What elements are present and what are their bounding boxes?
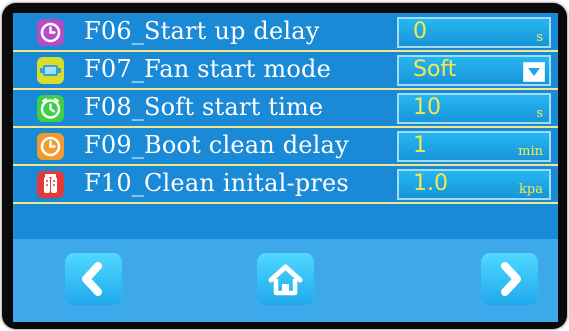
setting-label: F10_Clean inital-pres bbox=[84, 169, 349, 197]
field-value: 1.0 bbox=[413, 171, 448, 196]
dropdown-arrow-icon[interactable] bbox=[523, 62, 545, 82]
home-button[interactable] bbox=[257, 253, 314, 305]
field-unit: min bbox=[518, 144, 543, 159]
gauge-icon bbox=[37, 171, 64, 198]
chevron-right-icon bbox=[501, 262, 521, 296]
field-value: 10 bbox=[413, 95, 441, 120]
timer-icon bbox=[37, 95, 64, 122]
field-value: 0 bbox=[413, 19, 427, 44]
setting-row-f07: F07_Fan start mode Soft bbox=[13, 51, 558, 90]
field-value: 1 bbox=[413, 133, 427, 158]
setting-label: F08_Soft start time bbox=[84, 93, 324, 121]
device-bezel: F06_Start up delay 0 s F07_Fan start mod… bbox=[2, 3, 567, 329]
next-button[interactable] bbox=[481, 253, 538, 305]
settings-screen: F06_Start up delay 0 s F07_Fan start mod… bbox=[13, 13, 558, 322]
setting-row-f08: F08_Soft start time 10 s bbox=[13, 89, 558, 128]
home-icon bbox=[268, 264, 303, 296]
setting-row-f10: F10_Clean inital-pres 1.0 kpa bbox=[13, 165, 558, 204]
setting-label: F06_Start up delay bbox=[84, 17, 320, 45]
setting-label: F09_Boot clean delay bbox=[84, 131, 349, 159]
fan-icon bbox=[37, 57, 64, 84]
setting-row-f09: F09_Boot clean delay 1 min bbox=[13, 127, 558, 166]
setting-row-f06: F06_Start up delay 0 s bbox=[13, 13, 558, 52]
clock-icon bbox=[37, 133, 64, 160]
clock-icon bbox=[37, 19, 64, 46]
start-up-delay-field[interactable]: 0 s bbox=[397, 17, 551, 48]
soft-start-time-field[interactable]: 10 s bbox=[397, 93, 551, 124]
field-unit: s bbox=[536, 106, 543, 121]
field-unit: kpa bbox=[519, 182, 543, 197]
back-button[interactable] bbox=[65, 253, 122, 305]
field-unit: s bbox=[536, 30, 543, 45]
navigation-bar bbox=[13, 239, 558, 322]
chevron-left-icon bbox=[82, 262, 102, 296]
field-value: Soft bbox=[413, 57, 457, 82]
clean-initial-pressure-field[interactable]: 1.0 kpa bbox=[397, 169, 551, 200]
boot-clean-delay-field[interactable]: 1 min bbox=[397, 131, 551, 162]
setting-label: F07_Fan start mode bbox=[84, 55, 331, 83]
fan-start-mode-select[interactable]: Soft bbox=[397, 55, 551, 86]
